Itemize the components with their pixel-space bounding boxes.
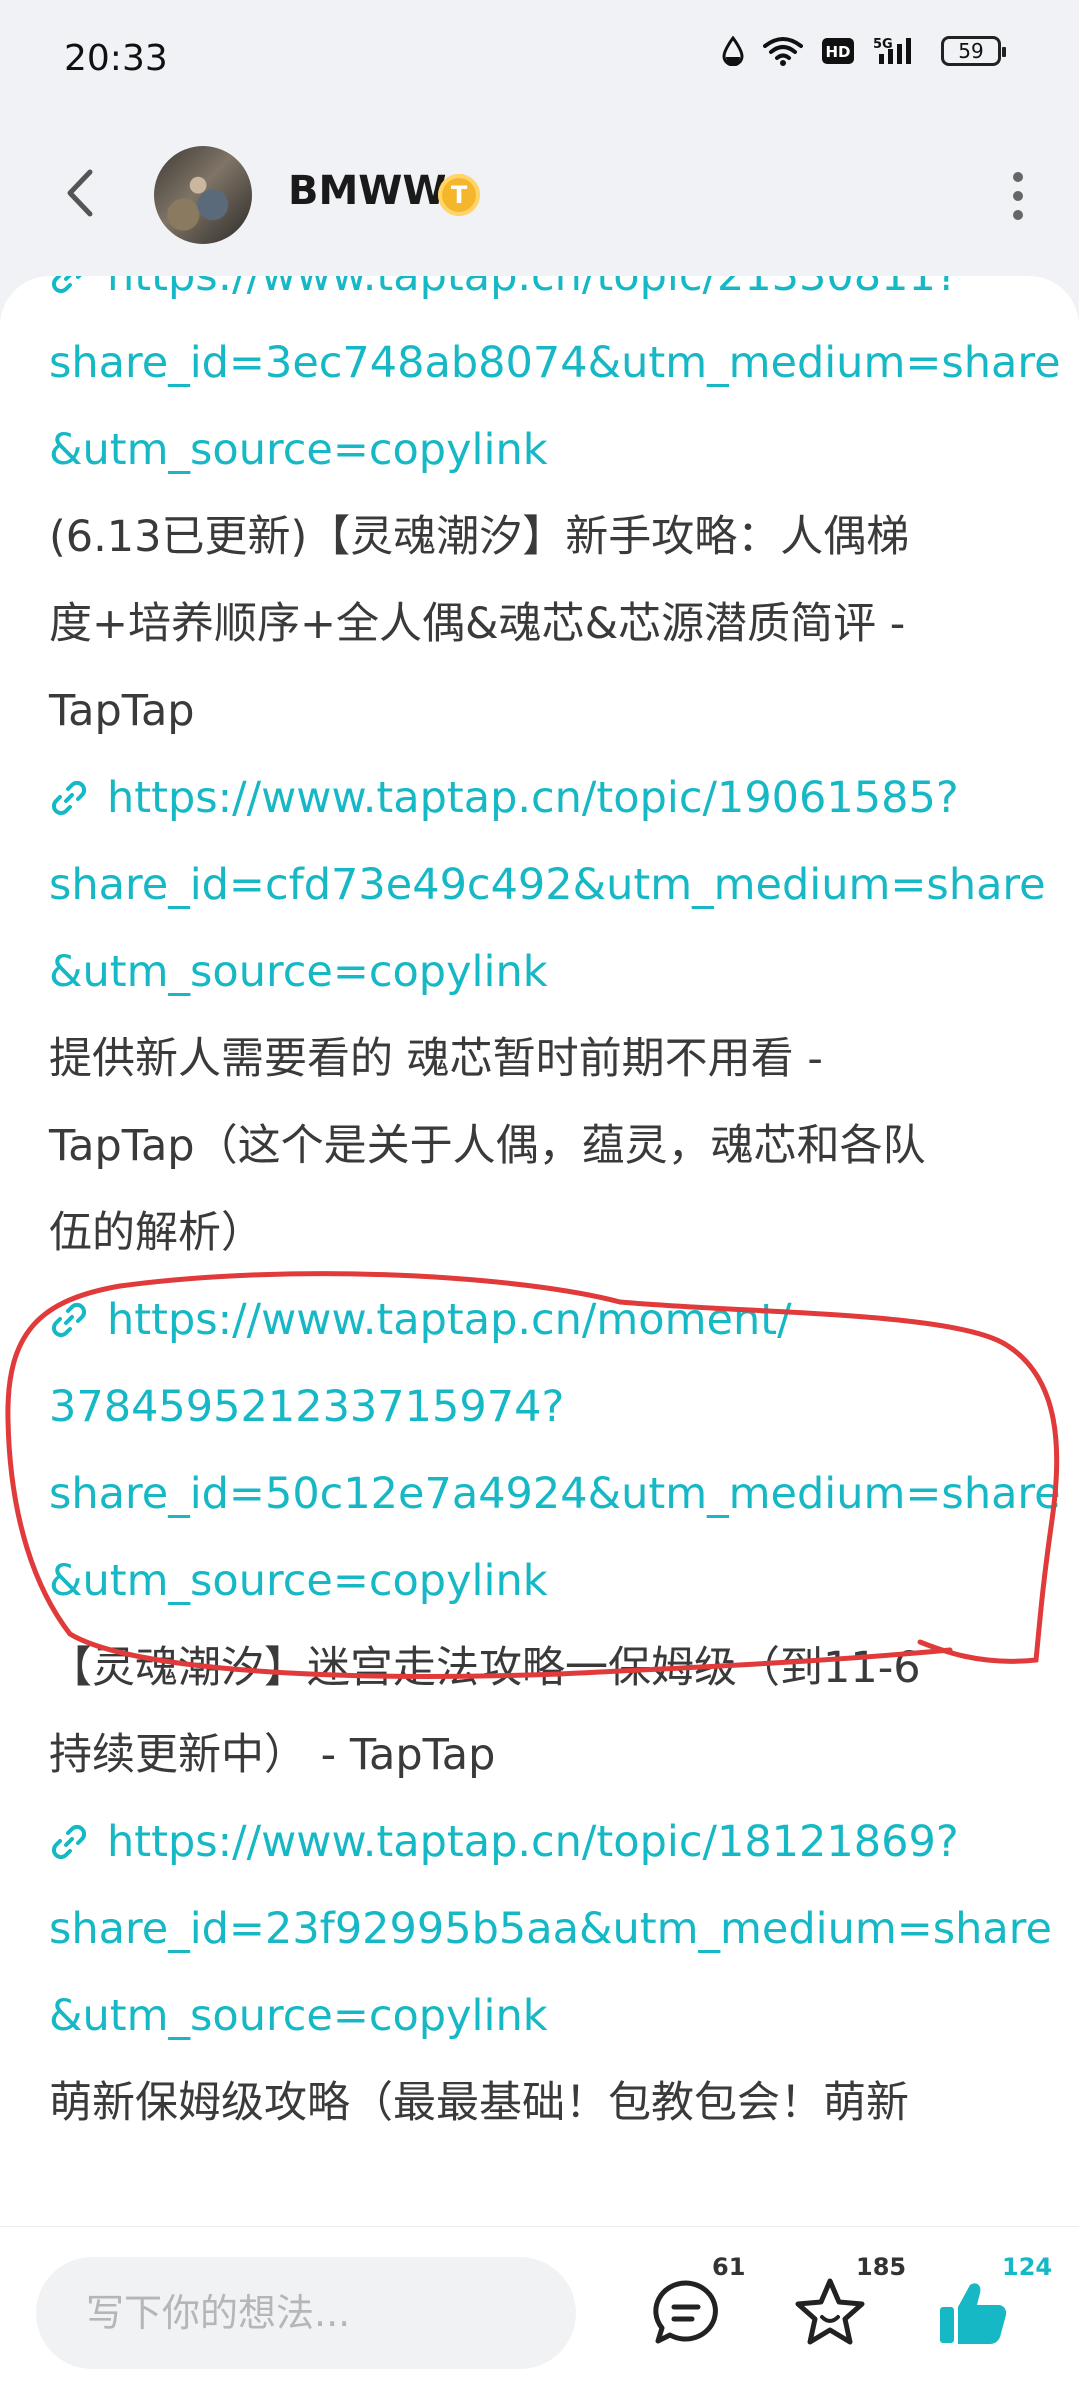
avatar[interactable] [154,146,252,244]
like-count: 124 [1002,2253,1053,2281]
post-text-line: 【灵魂潮汐】迷宫走法攻略一保姆级（到11-6 [49,1625,1049,1712]
thumbs-up-icon [940,2283,1007,2344]
status-time: 20:33 [64,38,168,79]
line-text: &utm_source=copylink [49,1556,548,1606]
username[interactable]: BMWW [288,168,447,214]
post-link-line[interactable]: share_id=23f92995b5aa&utm_medium=share [49,1886,1052,1973]
line-text: &utm_source=copylink [49,947,548,997]
battery-level: 59 [958,39,984,63]
line-text: TapTap（这个是关于人偶，蕴灵，魂芯和各队 [49,1121,926,1171]
back-button[interactable] [54,158,114,228]
line-text: 378459521233715974? [49,1382,565,1432]
post-text-line: TapTap [49,668,1049,755]
post-link-line[interactable]: &utm_source=copylink [49,1973,1049,2060]
more-dot-icon [1013,210,1023,220]
post-text-line: TapTap（这个是关于人偶，蕴灵，魂芯和各队 [49,1103,1049,1190]
post-text-line: 提供新人需要看的 魂芯暂时前期不用看 - [49,1016,1049,1103]
post-body: https://www.taptap.cn/topic/21330811? sha… [49,276,1061,2147]
status-icons: HD 5G 59 [721,36,1006,66]
wifi-icon [763,37,803,66]
post-text-line: 伍的解析） [49,1190,1049,1277]
line-text: TapTap [49,686,195,736]
bottom-action-bar: 61 185 124 [0,2226,1079,2401]
comment-input[interactable] [36,2257,576,2369]
line-text: https://www.taptap.cn/topic/18121869? [107,1817,959,1867]
link-icon [51,1824,87,1860]
post-link-line[interactable]: &utm_source=copylink [49,929,1049,1016]
content-fade [0,2190,1079,2226]
line-text: 提供新人需要看的 魂芯暂时前期不用看 - [49,1034,823,1084]
post-link-line[interactable]: share_id=3ec748ab8074&utm_medium=share [49,320,1061,407]
post-link-line[interactable]: https://www.taptap.cn/moment/ [49,1277,1049,1364]
post-header: BMWW T [0,130,1079,256]
water-drop-icon [722,36,744,66]
post-content-card: https://www.taptap.cn/topic/21330811? sha… [0,276,1079,2226]
post-link-line[interactable]: https://www.taptap.cn/topic/18121869? [49,1799,1049,1886]
link-icon [51,276,82,294]
line-text: https://www.taptap.cn/topic/21330811? [107,276,959,301]
post-text-line: 持续更新中） - TapTap [49,1712,1049,1799]
more-dot-icon [1013,172,1023,182]
line-text: 萌新保姆级攻略（最最基础！包教包会！萌新 [49,2078,909,2128]
line-text: &utm_source=copylink [49,425,548,475]
post-link-line[interactable]: share_id=50c12e7a4924&utm_medium=share [49,1451,1061,1538]
line-text: https://www.taptap.cn/topic/19061585? [107,773,959,823]
line-text: 伍的解析） [49,1208,264,1258]
verified-badge-icon: T [438,174,480,216]
line-text: (6.13已更新)【灵魂潮汐】新手攻略：人偶梯 [49,512,910,562]
favorite-button[interactable]: 185 [790,2253,906,2353]
link-icon [51,780,87,816]
hd-icon: HD [822,38,854,64]
chevron-left-icon [67,169,93,217]
post-link-line[interactable]: &utm_source=copylink [49,407,1049,494]
line-text: 【灵魂潮汐】迷宫走法攻略一保姆级（到11-6 [49,1643,921,1693]
like-button[interactable]: 124 [932,2253,1052,2353]
post-text-line: 萌新保姆级攻略（最最基础！包教包会！萌新 [49,2060,1049,2147]
post-link-line[interactable]: 378459521233715974? [49,1364,1049,1451]
post-link-line[interactable]: share_id=cfd73e49c492&utm_medium=share [49,842,1049,929]
battery-icon: 59 [941,36,1006,66]
favorite-count: 185 [856,2253,907,2281]
post-text-line: 度+培养顺序+全人偶&魂芯&芯源潜质简评 - [49,581,1049,668]
line-text: https://www.taptap.cn/moment/ [107,1295,792,1345]
line-text: 持续更新中） - TapTap [49,1730,496,1780]
line-text: share_id=3ec748ab8074&utm_medium=share [49,338,1061,388]
post-text-line: (6.13已更新)【灵魂潮汐】新手攻略：人偶梯 [49,494,1049,581]
post-link-line[interactable]: https://www.taptap.cn/topic/21330811? [49,276,1049,320]
line-text: share_id=50c12e7a4924&utm_medium=share [49,1469,1061,1519]
5g-signal-icon: 5G [873,37,911,64]
line-text: share_id=23f92995b5aa&utm_medium=share [49,1904,1052,1954]
hd-label: HD [825,43,850,61]
comment-button[interactable]: 61 [646,2253,745,2353]
status-bar: 20:33 HD 5G 59 [0,0,1079,120]
link-icon [51,1302,87,1338]
post-link-line[interactable]: https://www.taptap.cn/topic/19061585? [49,755,1049,842]
line-text: &utm_source=copylink [49,1991,548,2041]
comment-icon [653,2280,718,2344]
comment-count: 61 [712,2253,746,2281]
more-dot-icon [1013,191,1023,201]
star-icon [795,2278,865,2345]
post-link-line[interactable]: &utm_source=copylink [49,1538,1049,1625]
line-text: 度+培养顺序+全人偶&魂芯&芯源潜质简评 - [49,599,906,649]
line-text: share_id=cfd73e49c492&utm_medium=share [49,860,1046,910]
more-options-button[interactable] [1003,166,1033,226]
badge-letter: T [450,181,468,209]
